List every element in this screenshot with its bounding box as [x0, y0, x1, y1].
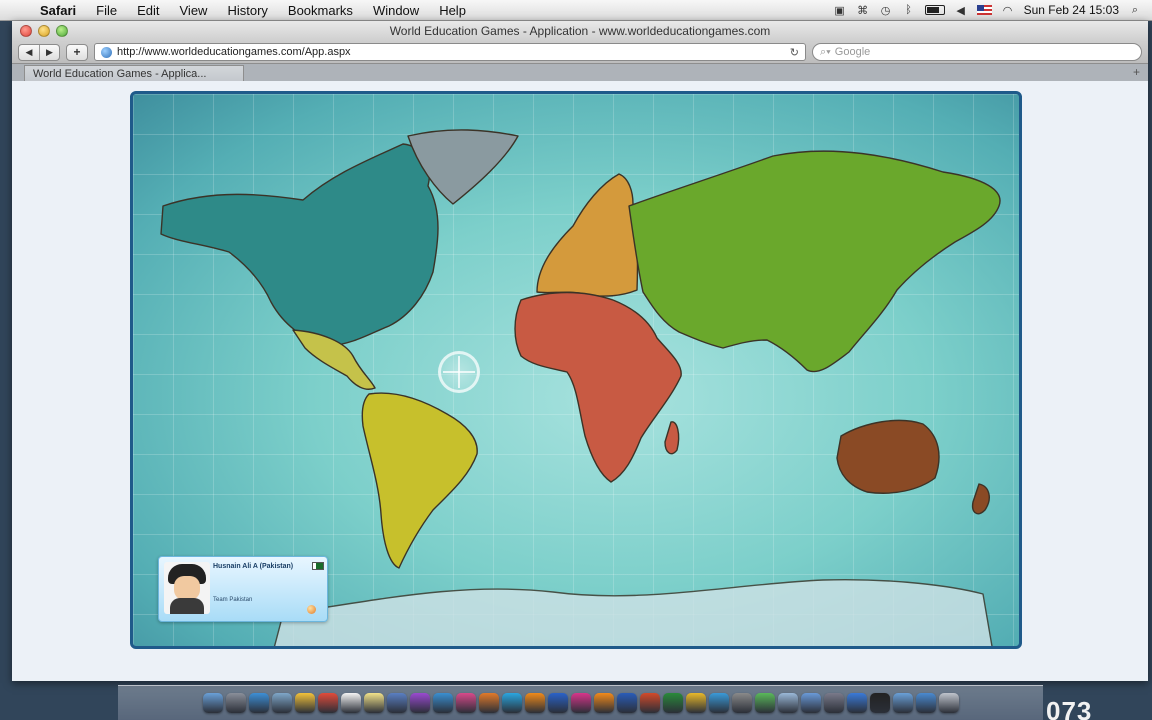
corner-label: 073	[1046, 696, 1093, 720]
time-machine-icon[interactable]: ◷	[879, 4, 893, 17]
finder-icon[interactable]	[202, 693, 223, 713]
new-zealand-island[interactable]	[971, 483, 990, 515]
madagascar-island[interactable]	[664, 421, 680, 455]
illustrator-icon[interactable]	[524, 693, 545, 713]
menubar-clock[interactable]: Sun Feb 24 15:03	[1024, 3, 1119, 17]
preview-icon[interactable]	[271, 693, 292, 713]
itunes-icon[interactable]	[455, 693, 476, 713]
flag-us-icon[interactable]	[976, 5, 992, 15]
excel-icon[interactable]	[662, 693, 683, 713]
continent-north-america[interactable]	[160, 143, 439, 347]
spotlight-icon[interactable]: ⌕	[1128, 4, 1142, 16]
word-icon[interactable]	[616, 693, 637, 713]
page-content: Husnain Ali A (Pakistan) Team Pakistan	[12, 81, 1148, 681]
iphoto-icon[interactable]	[432, 693, 453, 713]
continent-europe[interactable]	[536, 173, 639, 297]
browser-toolbar: ◀ ▶ + http://www.worldeducationgames.com…	[12, 41, 1148, 63]
avatar	[164, 562, 210, 614]
battery-icon[interactable]	[924, 5, 945, 15]
back-forward-buttons: ◀ ▶	[18, 43, 60, 61]
menu-bookmarks[interactable]: Bookmarks	[278, 3, 363, 18]
tools-icon[interactable]	[731, 693, 752, 713]
screen-recorder-icon[interactable]: ▣	[833, 4, 847, 17]
skype-icon[interactable]	[501, 693, 522, 713]
site-globe-icon	[101, 46, 112, 58]
firefox-icon[interactable]	[478, 693, 499, 713]
menu-window[interactable]: Window	[363, 3, 429, 18]
bluetooth-icon[interactable]: ᛒ	[902, 4, 916, 16]
volume-icon[interactable]: ◀	[954, 4, 968, 17]
wifi-tether-icon[interactable]: ⌘	[856, 4, 870, 17]
preview2-icon[interactable]	[777, 693, 798, 713]
menu-file[interactable]: File	[86, 3, 127, 18]
new-tab-icon[interactable]: +	[1133, 65, 1140, 81]
pakistan-flag-icon	[312, 562, 324, 570]
notes-icon[interactable]	[363, 693, 384, 713]
search-field[interactable]: ⌕▾ Google	[812, 43, 1142, 61]
menu-help[interactable]: Help	[429, 3, 476, 18]
player-card[interactable]: Husnain Ali A (Pakistan) Team Pakistan	[158, 556, 328, 622]
map-crosshair-icon[interactable]	[438, 351, 480, 393]
vlc-icon[interactable]	[593, 693, 614, 713]
menu-bar: Safari File Edit View History Bookmarks …	[0, 0, 1152, 21]
menu-view[interactable]: View	[170, 3, 218, 18]
continent-south-america[interactable]	[361, 392, 478, 569]
powerpoint-icon[interactable]	[639, 693, 660, 713]
menu-edit[interactable]: Edit	[127, 3, 169, 18]
purple-app-icon[interactable]	[409, 693, 430, 713]
player-name: Husnain Ali A (Pakistan)	[213, 563, 294, 570]
app-store-icon[interactable]	[846, 693, 867, 713]
dock	[118, 685, 1043, 720]
game-frame[interactable]: Husnain Ali A (Pakistan) Team Pakistan	[130, 91, 1022, 649]
system-prefs-icon[interactable]	[225, 693, 246, 713]
maps-icon[interactable]	[754, 693, 775, 713]
continent-asia[interactable]	[628, 150, 1001, 373]
address-url[interactable]: http://www.worldeducationgames.com/App.a…	[117, 46, 785, 58]
search-placeholder: Google	[834, 46, 871, 58]
downloads-icon[interactable]	[915, 693, 936, 713]
network-icon[interactable]	[823, 693, 844, 713]
globe-icon[interactable]	[708, 693, 729, 713]
tab-world-education-games[interactable]: World Education Games - Applica...	[24, 65, 244, 81]
add-bookmark-button[interactable]: +	[66, 43, 88, 61]
reload-icon[interactable]: ↻	[790, 46, 799, 59]
safari-window: World Education Games - Application - ww…	[12, 21, 1148, 681]
smiley-icon[interactable]	[294, 693, 315, 713]
continent-antarctica[interactable]	[273, 579, 993, 649]
photos-icon[interactable]	[386, 693, 407, 713]
photoshop-icon[interactable]	[547, 693, 568, 713]
indesign-icon[interactable]	[570, 693, 591, 713]
avatar-body	[170, 598, 204, 614]
player-status-icon[interactable]	[307, 605, 316, 614]
menu-safari[interactable]: Safari	[36, 3, 86, 18]
continent-australia[interactable]	[836, 419, 940, 494]
continent-africa[interactable]	[514, 291, 682, 483]
calendar-icon[interactable]	[340, 693, 361, 713]
status-area: ▣ ⌘ ◷ ᛒ ◀ ◠ Sun Feb 24 15:03 ⌕	[833, 3, 1152, 17]
safari-icon[interactable]	[248, 693, 269, 713]
forward-button[interactable]: ▶	[39, 44, 59, 60]
window-titlebar[interactable]: World Education Games - Application - ww…	[12, 21, 1148, 41]
address-bar[interactable]: http://www.worldeducationgames.com/App.a…	[94, 43, 806, 61]
back-button[interactable]: ◀	[19, 45, 39, 60]
terminal-icon[interactable]	[869, 693, 890, 713]
outlook-icon[interactable]	[685, 693, 706, 713]
menu-history[interactable]: History	[217, 3, 277, 18]
search-icon: ⌕▾	[820, 45, 831, 58]
window-title: World Education Games - Application - ww…	[389, 24, 771, 38]
trash-icon[interactable]	[938, 693, 959, 713]
folder-icon[interactable]	[892, 693, 913, 713]
tab-bar: World Education Games - Applica... +	[12, 63, 1148, 81]
chrome-icon[interactable]	[317, 693, 338, 713]
mail-icon[interactable]	[800, 693, 821, 713]
wifi-icon[interactable]: ◠	[1001, 4, 1015, 17]
player-team: Team Pakistan	[213, 597, 253, 603]
avatar-face	[174, 576, 200, 600]
